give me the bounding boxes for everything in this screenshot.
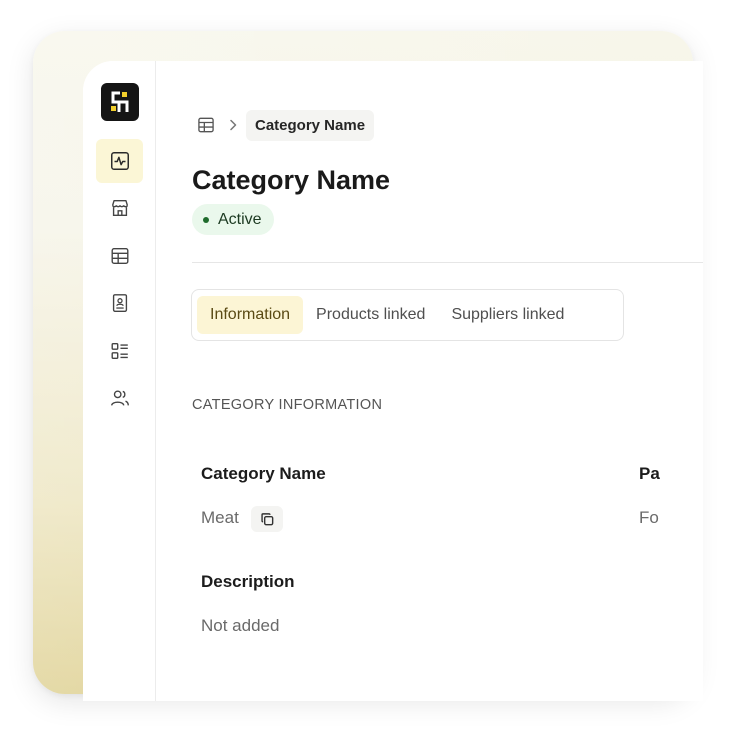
parent-field-label: Pa <box>639 464 660 483</box>
sidebar-item-contacts[interactable] <box>96 281 143 325</box>
tab-products-linked[interactable]: Products linked <box>303 296 438 334</box>
app-logo[interactable] <box>101 83 139 121</box>
category-name-value: Meat <box>201 508 239 527</box>
parent-field-value: Fo <box>639 508 659 527</box>
tab-bar: Information Products linked Suppliers li… <box>191 289 624 341</box>
logo-mark-icon <box>111 91 129 112</box>
breadcrumb-root[interactable] <box>196 115 216 135</box>
sidebar-item-activity[interactable] <box>96 139 143 183</box>
section-title: CATEGORY INFORMATION <box>192 397 383 413</box>
description-label: Description <box>201 572 295 591</box>
activity-icon <box>110 152 129 170</box>
sidebar <box>83 61 156 701</box>
sidebar-item-store[interactable] <box>96 186 143 230</box>
copy-button[interactable] <box>251 506 283 532</box>
description-value: Not added <box>201 616 280 635</box>
page-title: Category Name <box>192 165 391 195</box>
checklist-icon <box>111 342 128 360</box>
status-badge: Active <box>192 204 274 235</box>
sidebar-item-table[interactable] <box>96 234 143 278</box>
contact-book-icon <box>112 294 127 312</box>
users-icon <box>110 390 129 406</box>
tab-suppliers-linked[interactable]: Suppliers linked <box>438 296 577 334</box>
app-window: Category Name Category Name Active Infor… <box>83 61 703 701</box>
tab-information[interactable]: Information <box>197 296 304 334</box>
status-label: Active <box>218 210 262 228</box>
header-divider <box>192 262 703 263</box>
store-icon <box>111 199 128 217</box>
status-dot-icon <box>203 216 209 223</box>
table-icon <box>111 247 128 265</box>
category-name-label: Category Name <box>201 464 326 483</box>
breadcrumb: Category Name <box>196 109 375 141</box>
chevron-right-icon <box>226 118 240 132</box>
copy-icon <box>260 512 273 525</box>
main-content: Category Name Category Name Active Infor… <box>156 61 703 701</box>
table-icon <box>198 117 214 133</box>
breadcrumb-current[interactable]: Category Name <box>246 109 375 141</box>
sidebar-item-users[interactable] <box>96 376 143 420</box>
sidebar-item-checklist[interactable] <box>96 329 143 373</box>
